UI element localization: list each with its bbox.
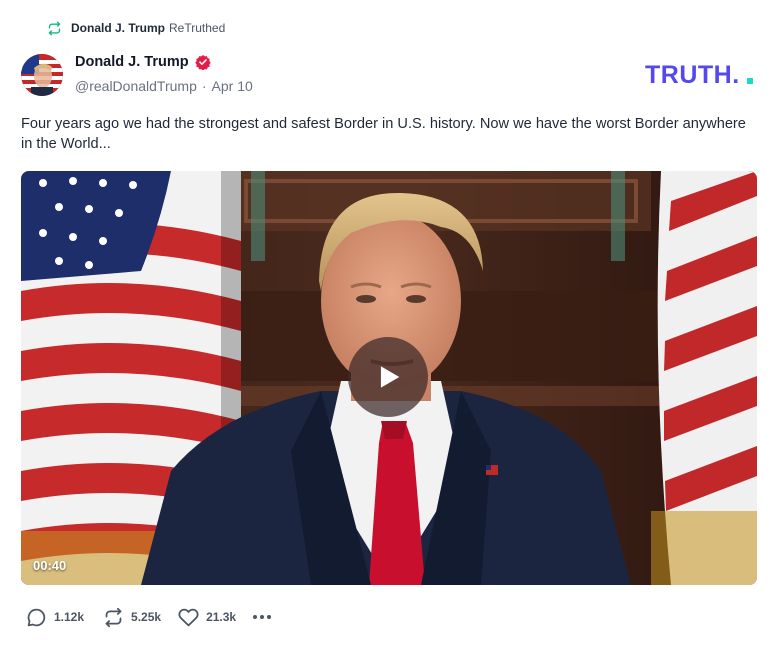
author-row: Donald J. Trump xyxy=(75,54,211,70)
retruth-button[interactable]: 5.25k xyxy=(103,607,161,628)
heart-icon xyxy=(178,608,199,626)
video-duration: 00:40 xyxy=(33,558,67,573)
reply-count: 1.12k xyxy=(54,610,85,624)
retruth-user-link[interactable]: Donald J. Trump xyxy=(71,21,165,35)
play-button[interactable] xyxy=(348,337,428,417)
more-options-icon[interactable] xyxy=(253,615,272,619)
handle-row: @realDonaldTrump · Apr 10 xyxy=(75,78,253,94)
video-player[interactable]: 00:40 xyxy=(21,171,757,585)
truth-logo-text: TRUTH. xyxy=(645,61,740,88)
post-date[interactable]: Apr 10 xyxy=(212,78,253,94)
retruth-label: ReTruthed xyxy=(169,21,226,35)
post-text: Four years ago we had the strongest and … xyxy=(21,116,746,152)
post-actions: 1.12k 5.25k 21.3k xyxy=(26,606,272,628)
like-count: 21.3k xyxy=(206,610,237,624)
retruth-header: Donald J. Trump ReTruthed xyxy=(47,18,225,38)
retruth-icon xyxy=(105,607,122,627)
reply-button[interactable]: 1.12k xyxy=(26,607,84,628)
author-name[interactable]: Donald J. Trump xyxy=(75,54,189,70)
avatar[interactable] xyxy=(21,54,63,96)
like-button[interactable]: 21.3k xyxy=(178,607,236,628)
reply-icon xyxy=(27,608,46,626)
play-icon xyxy=(380,366,400,388)
retruth-icon xyxy=(48,21,61,35)
meta-separator: · xyxy=(201,78,207,94)
verified-badge-icon xyxy=(194,55,211,70)
author-handle[interactable]: @realDonaldTrump xyxy=(75,78,197,94)
retruth-count: 5.25k xyxy=(131,610,162,624)
truth-logo[interactable]: TRUTH. xyxy=(645,60,757,88)
